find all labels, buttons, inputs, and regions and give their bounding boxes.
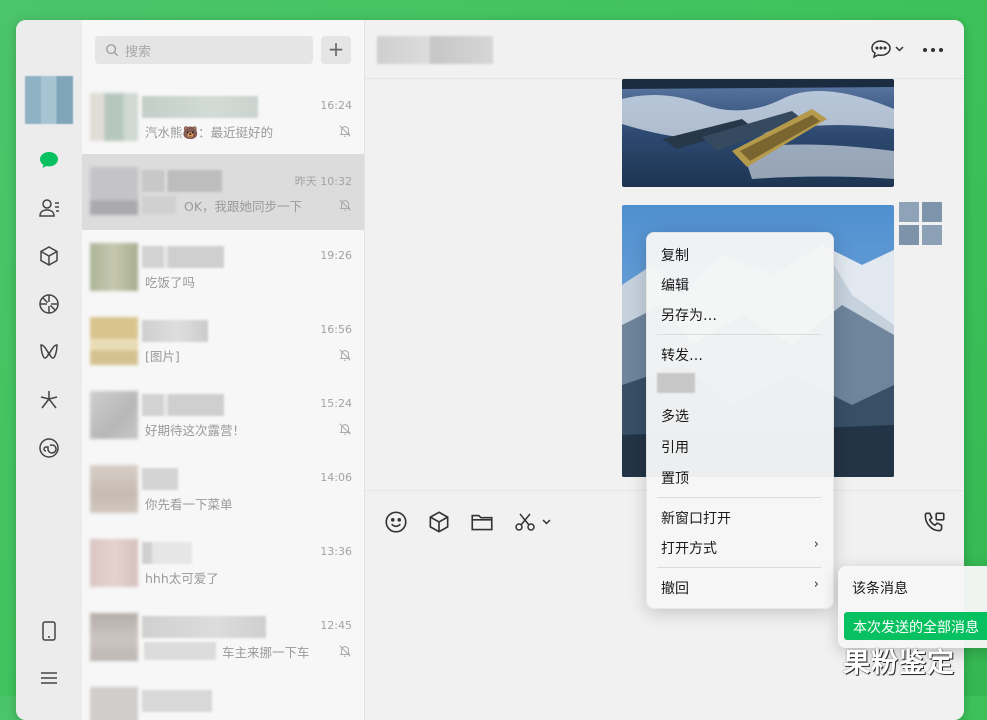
- menu-item-multi-select[interactable]: 多选: [661, 406, 689, 426]
- menu-item-open-with[interactable]: 打开方式: [661, 538, 717, 558]
- chat-title: [377, 36, 493, 64]
- add-button[interactable]: +: [321, 36, 351, 64]
- message-time: 12:45: [320, 619, 352, 632]
- search-icon: [106, 44, 119, 57]
- more-icon[interactable]: [921, 40, 945, 60]
- menu-separator: [657, 567, 821, 568]
- phone-icon[interactable]: [36, 618, 62, 644]
- recall-submenu: 该条消息 本次发送的全部消息: [838, 566, 987, 648]
- avatar: [90, 613, 138, 661]
- list-item[interactable]: 16:56 [图片]: [82, 304, 364, 378]
- my-avatar[interactable]: [25, 76, 73, 124]
- sender-name-blur: [142, 196, 176, 214]
- channels-icon[interactable]: [36, 339, 62, 365]
- menu-item-save-as[interactable]: 另存为…: [661, 305, 717, 325]
- scissors-icon[interactable]: [513, 509, 555, 535]
- folder-icon[interactable]: [469, 509, 495, 535]
- list-item[interactable]: 19:26 吃饭了吗: [82, 230, 364, 304]
- contact-name: [142, 246, 224, 268]
- contact-name: [142, 320, 208, 342]
- menu-item-quote[interactable]: 引用: [661, 437, 689, 457]
- image-message-boats[interactable]: [622, 79, 894, 187]
- avatar: [90, 167, 138, 215]
- avatar: [90, 93, 138, 141]
- chat-info-icon[interactable]: [870, 38, 906, 62]
- favorites-send-icon[interactable]: [426, 509, 452, 535]
- emoji-icon[interactable]: [383, 509, 409, 535]
- contact-name: [142, 170, 222, 192]
- avatar: [90, 317, 138, 365]
- list-item[interactable]: 15:24 好期待这次露营！: [82, 378, 364, 452]
- nav-rail: [16, 20, 83, 720]
- contact-name: [142, 690, 212, 712]
- mute-bell-icon: [339, 349, 351, 361]
- sender-name-blur: [144, 642, 216, 660]
- contact-name: [142, 394, 224, 416]
- message-time: 15:24: [320, 397, 352, 410]
- message-preview: 吃饭了吗: [145, 275, 196, 290]
- message-preview: 你先看一下菜单: [145, 497, 233, 512]
- call-icon[interactable]: [921, 509, 947, 535]
- chevron-right-icon: ›: [813, 537, 819, 552]
- contact-name: [142, 542, 192, 564]
- menu-item-edit[interactable]: 编辑: [661, 275, 689, 295]
- moments-icon[interactable]: [36, 291, 62, 317]
- mini-programs-icon[interactable]: [36, 435, 62, 461]
- menu-item-forward[interactable]: 转发…: [661, 345, 703, 365]
- search-placeholder: 搜索: [125, 44, 152, 60]
- list-item[interactable]: 12:45 车主来挪一下车: [82, 600, 364, 674]
- message-preview: 车主来挪一下车: [222, 645, 310, 660]
- chat-header: [365, 20, 964, 79]
- message-preview: [图片]: [145, 349, 180, 364]
- contacts-icon[interactable]: [36, 195, 62, 221]
- contact-name: [142, 468, 178, 490]
- contact-name: [142, 96, 258, 118]
- list-item[interactable]: [82, 674, 364, 720]
- menu-separator: [657, 497, 821, 498]
- menu-separator: [657, 334, 821, 335]
- submenu-item-all-sent[interactable]: 本次发送的全部消息: [844, 612, 987, 640]
- menu-item-copy[interactable]: 复制: [661, 245, 689, 265]
- mute-bell-icon: [339, 199, 351, 211]
- context-menu: 复制 编辑 另存为… 转发… 多选 引用 置顶 新窗口打开 打开方式 › 撤回 …: [646, 232, 834, 609]
- message-time: 16:56: [320, 323, 352, 336]
- message-time: 16:24: [320, 99, 352, 112]
- message-time: 14:06: [320, 471, 352, 484]
- watermark-text: 果粉鉴定: [843, 648, 955, 679]
- search-input[interactable]: 搜索: [95, 36, 313, 64]
- list-item[interactable]: 16:24 汽水熊🐻：最近挺好的: [82, 80, 364, 154]
- menu-icon[interactable]: [36, 665, 62, 691]
- submenu-item-this-message[interactable]: 该条消息: [852, 578, 908, 598]
- message-preview: hhh太可爱了: [145, 571, 219, 586]
- message-time: 19:26: [320, 249, 352, 262]
- menu-item-open-new-window[interactable]: 新窗口打开: [661, 508, 731, 528]
- avatar: [90, 391, 138, 439]
- discover-icon[interactable]: [36, 387, 62, 413]
- chats-icon[interactable]: [36, 147, 62, 173]
- submenu-item-all-sent-label: 本次发送的全部消息: [853, 620, 979, 636]
- message-preview: 汽水熊🐻：最近挺好的: [145, 125, 274, 140]
- mute-bell-icon: [339, 645, 351, 657]
- list-item-selected[interactable]: 昨天 10:32 OK，我跟她同步一下: [82, 154, 364, 230]
- message-time: 13:36: [320, 545, 352, 558]
- avatar: [90, 687, 138, 720]
- message-preview: OK，我跟她同步一下: [184, 199, 303, 214]
- mute-bell-icon: [339, 125, 351, 137]
- favorites-icon[interactable]: [36, 243, 62, 269]
- chevron-right-icon: ›: [813, 577, 819, 592]
- menu-item-redacted[interactable]: [657, 373, 695, 393]
- menu-item-pin[interactable]: 置顶: [661, 468, 689, 488]
- chat-list: 搜索 + 16:24 汽水熊🐻：最近挺好的 昨天 10:32 OK，我跟她同步一…: [82, 20, 365, 720]
- message-preview: 好期待这次露营！: [145, 423, 246, 438]
- menu-item-recall[interactable]: 撤回: [661, 578, 689, 598]
- mute-bell-icon: [339, 423, 351, 435]
- contact-name: [142, 616, 266, 638]
- avatar: [90, 539, 138, 587]
- my-avatar-small[interactable]: [899, 202, 943, 246]
- list-item[interactable]: 14:06 你先看一下菜单: [82, 452, 364, 526]
- list-item[interactable]: 13:36 hhh太可爱了: [82, 526, 364, 600]
- avatar: [90, 243, 138, 291]
- avatar: [90, 465, 138, 513]
- message-time: 昨天 10:32: [294, 175, 352, 188]
